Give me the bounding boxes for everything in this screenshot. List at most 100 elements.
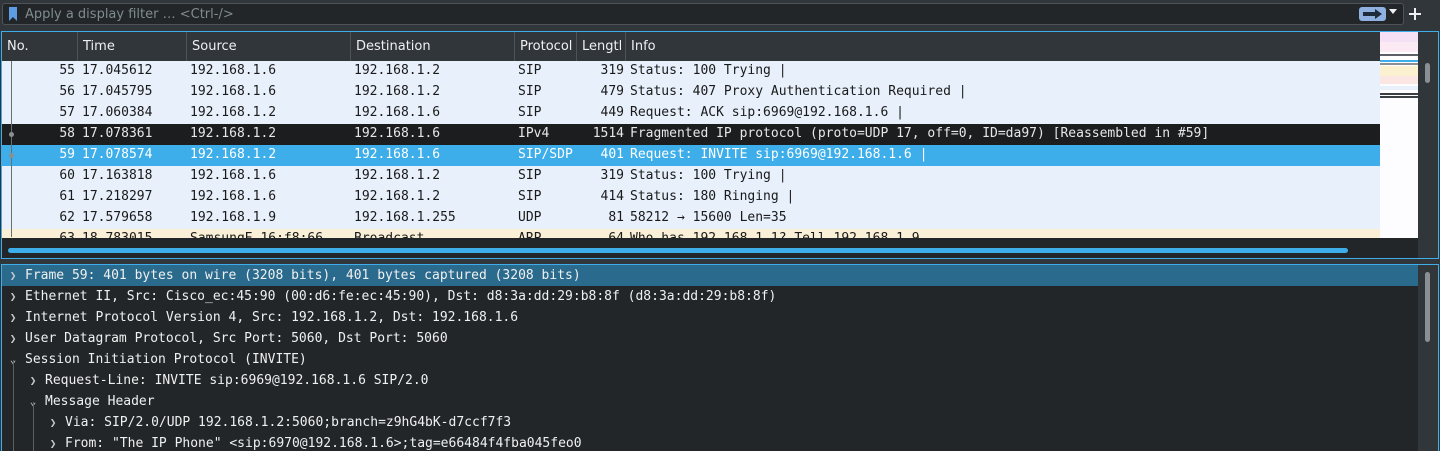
add-filter-button[interactable] (1408, 4, 1422, 24)
packet-row[interactable]: 62 17.579658 192.168.1.9 192.168.1.255 U… (2, 208, 1380, 229)
packet-protocol: SIP (518, 189, 542, 204)
packet-protocol: SIP (518, 84, 542, 99)
packet-time: 17.579658 (82, 210, 153, 225)
packet-list-pane[interactable]: No. Time Source Destination Protocol Len… (1, 31, 1439, 259)
packet-destination: 192.168.1.6 (354, 147, 441, 162)
tree-item-via[interactable]: ❯ Via: SIP/2.0/UDP 192.168.1.2:5060;bran… (2, 412, 1418, 433)
chevron-right-icon[interactable]: ❯ (47, 412, 59, 433)
packet-source: 192.168.1.2 (190, 126, 277, 141)
column-header-destination[interactable]: Destination (351, 32, 515, 61)
tree-item-ipv4[interactable]: ❯ Internet Protocol Version 4, Src: 192.… (2, 307, 1418, 328)
packet-info: Fragmented IP protocol (proto=UDP 17, of… (630, 126, 1210, 141)
packet-info: Status: 180 Ringing | (630, 189, 795, 204)
tree-item-ethernet[interactable]: ❯ Ethernet II, Src: Cisco_ec:45:90 (00:d… (2, 286, 1418, 307)
packet-time: 18.783015 (82, 229, 152, 238)
apply-filter-button[interactable] (1359, 7, 1386, 21)
tree-guide-line (13, 360, 14, 451)
packet-no: 63 (2, 229, 75, 238)
packet-rows: 55 17.045612 192.168.1.6 192.168.1.2 SIP… (2, 61, 1380, 238)
packet-list-horizontal-scrollbar[interactable] (2, 243, 1380, 258)
packet-info: Who has 192.168.1.1? Tell 192.168.1.9 (630, 229, 920, 238)
packet-protocol: SIP/SDP (518, 147, 573, 162)
packet-length: 319 (600, 168, 624, 183)
column-header-info[interactable]: Info (626, 32, 1380, 61)
tree-item-label: Message Header (45, 394, 155, 409)
packet-length: 449 (600, 105, 624, 120)
chevron-right-icon[interactable]: ❯ (47, 433, 59, 451)
details-vertical-scrollbar[interactable] (1418, 265, 1438, 451)
chevron-right-icon[interactable]: ❯ (27, 370, 39, 391)
column-header-length[interactable]: Lengtl (577, 32, 626, 61)
arrow-right-icon (1363, 9, 1382, 19)
packet-list-vertical-scrollbar[interactable] (1418, 32, 1438, 258)
packet-info: Status: 100 Trying | (630, 168, 787, 183)
tree-item-label: Via: SIP/2.0/UDP 192.168.1.2:5060;branch… (65, 415, 512, 430)
filter-history-dropdown[interactable] (1388, 4, 1398, 16)
display-filter-input[interactable] (25, 6, 1345, 23)
scrollbar-thumb[interactable] (8, 248, 1348, 253)
packet-list-header: No. Time Source Destination Protocol Len… (2, 32, 1380, 61)
packet-time: 17.218297 (82, 189, 153, 204)
packet-length: 64 (578, 229, 624, 238)
scrollbar-thumb[interactable] (1425, 63, 1430, 83)
packet-details-pane[interactable]: ❯ Frame 59: 401 bytes on wire (3208 bits… (1, 264, 1439, 451)
column-header-protocol[interactable]: Protocol (515, 32, 577, 61)
packet-row[interactable]: 58 17.078361 192.168.1.2 192.168.1.6 IPv… (2, 124, 1380, 145)
packet-time: 17.163818 (82, 168, 153, 183)
packet-row[interactable]: 61 17.218297 192.168.1.6 192.168.1.2 SIP… (2, 187, 1380, 208)
packet-row[interactable]: 57 17.060384 192.168.1.2 192.168.1.6 SIP… (2, 103, 1380, 124)
display-filter-toolbar (0, 0, 1440, 28)
packet-source: 192.168.1.2 (190, 147, 277, 162)
packet-source: 192.168.1.6 (190, 189, 277, 204)
tree-item-label: User Datagram Protocol, Src Port: 5060, … (25, 331, 448, 346)
packet-destination: 192.168.1.2 (354, 168, 441, 183)
packet-no: 57 (59, 105, 75, 120)
packet-row[interactable]: 56 17.045795 192.168.1.6 192.168.1.2 SIP… (2, 82, 1380, 103)
packet-row[interactable]: 60 17.163818 192.168.1.6 192.168.1.2 SIP… (2, 166, 1380, 187)
plus-icon (1409, 8, 1421, 20)
bookmark-icon[interactable] (8, 7, 18, 21)
chevron-right-icon[interactable]: ❯ (7, 307, 19, 328)
tree-item-label: Frame 59: 401 bytes on wire (3208 bits),… (25, 268, 581, 283)
packet-time: 17.078574 (82, 147, 153, 162)
packet-protocol: SIP (518, 168, 542, 183)
chevron-right-icon[interactable]: ❯ (7, 286, 19, 307)
packet-source: 192.168.1.6 (190, 63, 277, 78)
packet-no: 62 (59, 210, 75, 225)
packet-info: Request: ACK sip:6969@192.168.1.6 | (630, 105, 904, 120)
packet-row[interactable]: 63 18.783015 SamsungE_16:f8:66 Broadcast… (2, 229, 1380, 238)
tree-item-frame[interactable]: ❯ Frame 59: 401 bytes on wire (3208 bits… (2, 265, 1418, 286)
display-filter-field[interactable] (2, 3, 1404, 25)
tree-item-message-header[interactable]: ⌄ Message Header (2, 391, 1418, 412)
column-header-no[interactable]: No. (2, 32, 78, 61)
packet-row[interactable]: 55 17.045612 192.168.1.6 192.168.1.2 SIP… (2, 61, 1380, 82)
tree-item-udp[interactable]: ❯ User Datagram Protocol, Src Port: 5060… (2, 328, 1418, 349)
packet-source: 192.168.1.6 (190, 84, 277, 99)
packet-length: 81 (608, 210, 624, 225)
packet-protocol: IPv4 (518, 126, 550, 141)
packet-info: Request: INVITE sip:6969@192.168.1.6 | (630, 147, 928, 162)
chevron-right-icon[interactable]: ❯ (7, 328, 19, 349)
packet-info: Status: 407 Proxy Authentication Require… (630, 84, 967, 99)
packet-time: 17.045795 (82, 84, 153, 99)
chevron-down-icon (1389, 9, 1397, 14)
packet-length: 401 (600, 147, 624, 162)
column-header-source[interactable]: Source (187, 32, 351, 61)
packet-destination: Broadcast (354, 229, 424, 238)
tree-item-from[interactable]: ❯ From: "The IP Phone" <sip:6970@192.168… (2, 433, 1418, 451)
related-packet-line (11, 61, 12, 237)
tree-item-request-line[interactable]: ❯ Request-Line: INVITE sip:6969@192.168.… (2, 370, 1418, 391)
packet-time: 17.060384 (82, 105, 153, 120)
tree-item-sip[interactable]: ⌄ Session Initiation Protocol (INVITE) (2, 349, 1418, 370)
scrollbar-thumb[interactable] (1425, 272, 1430, 342)
packet-no: 55 (59, 63, 75, 78)
column-header-time[interactable]: Time (78, 32, 187, 61)
packet-length: 319 (600, 63, 624, 78)
packet-destination: 192.168.1.2 (354, 84, 441, 99)
chevron-right-icon[interactable]: ❯ (7, 265, 19, 286)
packet-length: 479 (600, 84, 624, 99)
packet-row-selected[interactable]: 59 17.078574 192.168.1.2 192.168.1.6 SIP… (2, 145, 1380, 166)
packet-destination: 192.168.1.255 (354, 210, 456, 225)
packet-minimap[interactable] (1380, 32, 1418, 238)
tree-item-label: Ethernet II, Src: Cisco_ec:45:90 (00:d6:… (25, 289, 777, 304)
